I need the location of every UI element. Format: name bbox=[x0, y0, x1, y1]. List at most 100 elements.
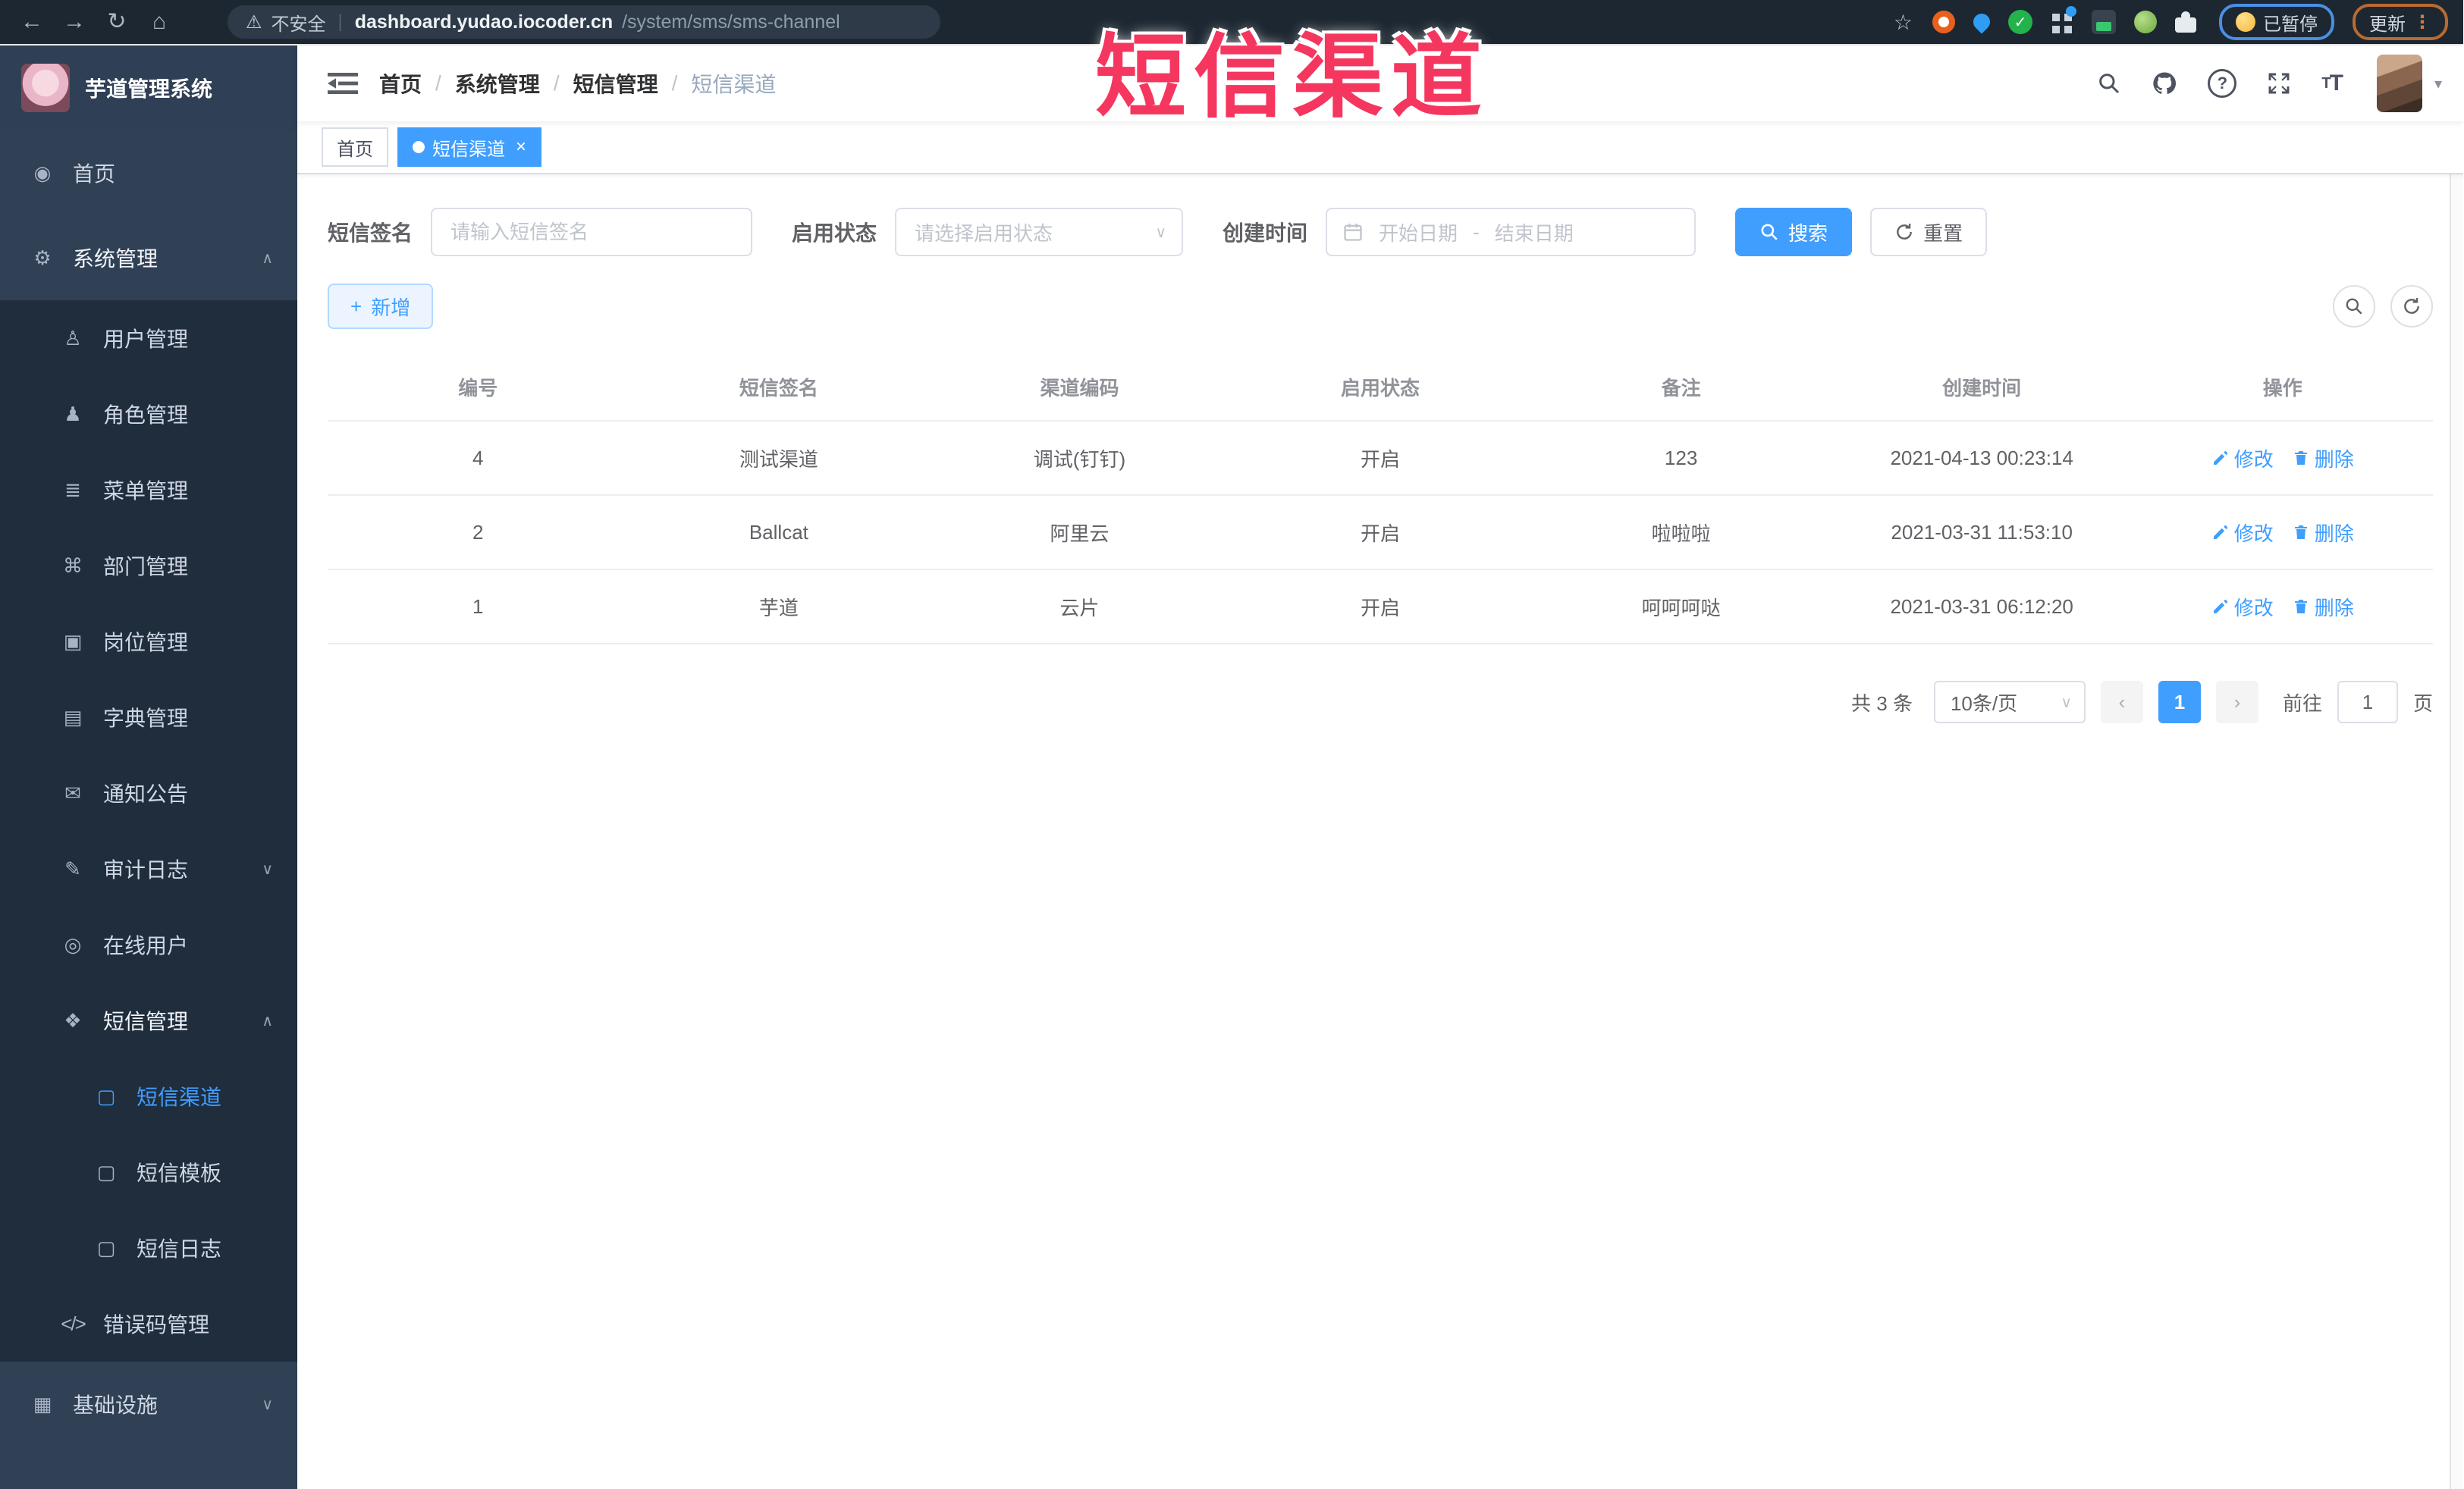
extension-ring-icon[interactable] bbox=[1932, 11, 1955, 33]
sidebar-item-infrastructure[interactable]: ▦ 基础设施 ∨ bbox=[0, 1362, 297, 1447]
sidebar-item-sms-management[interactable]: ❖ 短信管理 ∧ bbox=[0, 983, 297, 1058]
sidebar-item-notice[interactable]: ✉ 通知公告 bbox=[0, 755, 297, 831]
extension-grid-icon[interactable] bbox=[2051, 6, 2076, 33]
help-icon[interactable]: ? bbox=[2208, 69, 2237, 98]
font-size-icon[interactable]: TT bbox=[2321, 71, 2343, 96]
browser-reload-icon[interactable]: ↻ bbox=[100, 11, 133, 33]
url-host: dashboard.yudao.iocoder.cn bbox=[354, 11, 614, 33]
add-button[interactable]: + 新增 bbox=[328, 284, 434, 329]
sidebar-item-sms-template[interactable]: ▢ 短信模板 bbox=[0, 1134, 297, 1210]
page-unit-label: 页 bbox=[2412, 691, 2433, 715]
collapse-caret-icon: ∧ bbox=[262, 249, 273, 267]
tab-home[interactable]: 首页 bbox=[322, 127, 388, 167]
refresh-button[interactable] bbox=[2390, 285, 2433, 328]
page-1-button[interactable]: 1 bbox=[2158, 681, 2201, 723]
monitor-icon: ▦ bbox=[33, 1392, 52, 1415]
breadcrumb-home[interactable]: 首页 bbox=[379, 68, 422, 99]
search-icon[interactable] bbox=[2097, 71, 2121, 96]
badge-icon: ▣ bbox=[63, 629, 83, 653]
sidebar-item-dict-management[interactable]: ▤ 字典管理 bbox=[0, 679, 297, 755]
trash-icon bbox=[2294, 525, 2307, 539]
github-icon[interactable] bbox=[2152, 71, 2177, 96]
security-warning-icon: ⚠ bbox=[246, 11, 262, 33]
breadcrumb-current: 短信渠道 bbox=[691, 73, 777, 96]
sidebar-item-dept-management[interactable]: ⌘ 部门管理 bbox=[0, 528, 297, 603]
prev-page-button[interactable]: ‹ bbox=[2100, 681, 2143, 723]
signature-input[interactable] bbox=[432, 220, 752, 244]
menu-list-icon: ≣ bbox=[64, 478, 81, 501]
table-row: 1 芋道 云片 开启 呵呵呵哒 2021-03-31 06:12:20 修改 删… bbox=[328, 570, 2433, 644]
delete-link[interactable]: 删除 bbox=[2292, 519, 2354, 547]
signature-field bbox=[431, 208, 753, 256]
breadcrumb-separator: / bbox=[553, 71, 560, 95]
user-avatar[interactable] bbox=[2376, 55, 2422, 112]
delete-link[interactable]: 删除 bbox=[2292, 593, 2354, 621]
browser-menu-icon[interactable]: ⋮ bbox=[2413, 11, 2431, 33]
col-id: 编号 bbox=[458, 376, 498, 400]
extension-check-icon[interactable]: ✓ bbox=[2008, 10, 2032, 34]
emoji-face-icon bbox=[2236, 12, 2255, 32]
sidebar-item-sms-log[interactable]: ▢ 短信日志 bbox=[0, 1210, 297, 1286]
reset-button[interactable]: 重置 bbox=[1870, 208, 1988, 256]
app-logo bbox=[21, 64, 70, 112]
tab-sms-channel[interactable]: 短信渠道 × bbox=[397, 127, 542, 167]
sidebar-item-system-management[interactable]: ⚙ 系统管理 ∧ bbox=[0, 215, 297, 300]
col-signature: 短信签名 bbox=[739, 376, 818, 400]
sidebar-item-menu-management[interactable]: ≣ 菜单管理 bbox=[0, 452, 297, 528]
date-range-picker[interactable]: 开始日期 - 结束日期 bbox=[1326, 208, 1697, 256]
sidebar-item-home[interactable]: ◉ 首页 bbox=[0, 130, 297, 215]
browser-back-icon[interactable]: ← bbox=[15, 11, 49, 33]
address-bar[interactable]: ⚠ 不安全 | dashboard.yudao.iocoder.cn/syste… bbox=[228, 5, 940, 39]
sidebar-toggle-icon[interactable] bbox=[328, 71, 358, 96]
paused-extension-chip[interactable]: 已暂停 bbox=[2219, 4, 2334, 40]
app-logo-row[interactable]: 芋道管理系统 bbox=[0, 45, 297, 130]
sidebar-item-error-code[interactable]: </> 错误码管理 bbox=[0, 1286, 297, 1362]
url-divider: | bbox=[337, 11, 343, 32]
search-button[interactable]: 搜索 bbox=[1735, 208, 1853, 256]
sidebar-item-sms-channel[interactable]: ▢ 短信渠道 bbox=[0, 1058, 297, 1134]
app-window: 芋道管理系统 ◉ 首页 ⚙ 系统管理 ∧ ♙ 用户管理 ♟ 角色管理 ≣ 菜单管… bbox=[0, 45, 2463, 1489]
breadcrumb-separator: / bbox=[671, 71, 678, 95]
expand-caret-icon: ∨ bbox=[262, 1396, 273, 1413]
browser-update-button[interactable]: 更新 ⋮ bbox=[2353, 4, 2448, 40]
close-icon[interactable]: × bbox=[516, 136, 526, 158]
edit-link[interactable]: 修改 bbox=[2211, 593, 2274, 621]
extension-pin-icon[interactable] bbox=[1970, 10, 1994, 34]
browser-forward-icon[interactable]: → bbox=[58, 11, 91, 33]
collapse-caret-icon: ∧ bbox=[262, 1012, 273, 1030]
goto-page-input[interactable] bbox=[2337, 681, 2398, 723]
sidebar-item-role-management[interactable]: ♟ 角色管理 bbox=[0, 376, 297, 452]
sidebar-item-user-management[interactable]: ♙ 用户管理 bbox=[0, 300, 297, 376]
plus-icon: + bbox=[350, 294, 363, 318]
sidebar-item-online-users[interactable]: ◎ 在线用户 bbox=[0, 907, 297, 983]
start-date-placeholder[interactable]: 开始日期 bbox=[1379, 218, 1458, 246]
edit-pencil-icon bbox=[2213, 525, 2227, 539]
trash-icon bbox=[2294, 600, 2307, 613]
extension-switch-icon[interactable] bbox=[2092, 10, 2116, 34]
bookmark-star-icon[interactable]: ☆ bbox=[1894, 10, 1913, 35]
browser-home-icon[interactable]: ⌂ bbox=[143, 11, 176, 33]
fullscreen-icon[interactable] bbox=[2267, 71, 2291, 96]
delete-link[interactable]: 删除 bbox=[2292, 444, 2354, 472]
breadcrumb-sms[interactable]: 短信管理 bbox=[573, 68, 658, 99]
user-menu-caret-icon[interactable]: ▾ bbox=[2434, 74, 2442, 93]
org-tree-icon: ⌘ bbox=[63, 553, 83, 577]
status-select[interactable]: 请选择启用状态 ∨ bbox=[895, 208, 1184, 256]
page-scrollbar[interactable] bbox=[2450, 45, 2463, 1489]
extension-puzzle-icon[interactable] bbox=[2175, 11, 2196, 33]
edit-link[interactable]: 修改 bbox=[2211, 519, 2274, 547]
end-date-placeholder[interactable]: 结束日期 bbox=[1495, 218, 1574, 246]
breadcrumb-system[interactable]: 系统管理 bbox=[455, 68, 540, 99]
page-size-select[interactable]: 10条/页 ∨ bbox=[1933, 681, 2086, 723]
sidebar-item-post-management[interactable]: ▣ 岗位管理 bbox=[0, 603, 297, 679]
toggle-search-button[interactable] bbox=[2333, 285, 2375, 328]
sms-log-icon: ▢ bbox=[96, 1236, 116, 1259]
extension-sprout-icon[interactable] bbox=[2134, 11, 2157, 33]
create-time-label: 创建时间 bbox=[1223, 221, 1308, 245]
table-row: 4 测试渠道 调试(钉钉) 开启 123 2021-04-13 00:23:14… bbox=[328, 422, 2433, 496]
next-page-button[interactable]: › bbox=[2215, 681, 2258, 723]
sidebar-item-audit-log[interactable]: ✎ 审计日志 ∨ bbox=[0, 831, 297, 907]
total-count: 共 3 条 bbox=[1851, 691, 1913, 715]
edit-link[interactable]: 修改 bbox=[2211, 444, 2274, 472]
breadcrumb: 首页 / 系统管理 / 短信管理 / 短信渠道 bbox=[379, 68, 776, 99]
